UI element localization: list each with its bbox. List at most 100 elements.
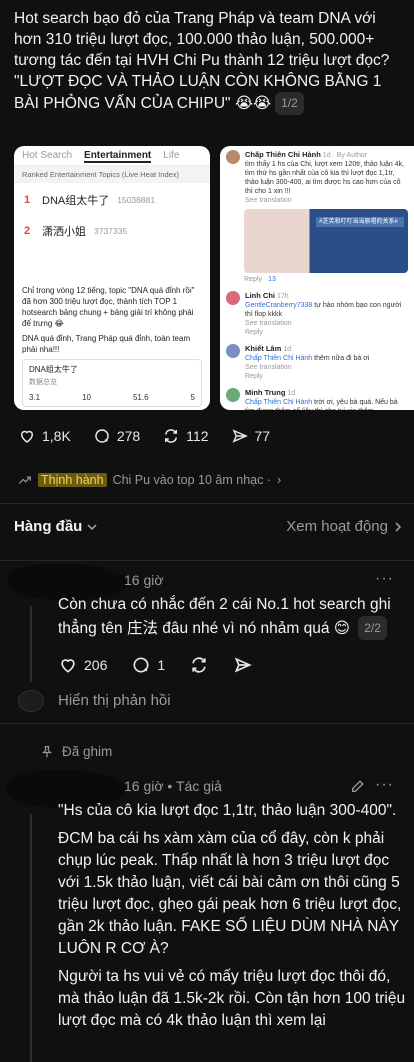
image-reply: Reply: [245, 373, 263, 380]
image-comment-name: Minh Trung: [245, 388, 286, 397]
view-activity-label: Xem hoạt động: [286, 518, 388, 535]
send-icon: [232, 429, 248, 443]
page-indicator: 1/2: [275, 92, 304, 115]
reply-avatars: [18, 690, 44, 712]
show-replies-label: Hiển thị phản hồi: [58, 692, 171, 709]
stats-values: 3.1 10 51.6 5: [29, 393, 195, 402]
trending-row[interactable]: Thịnh hành Chi Pu vào top 10 âm nhạc · ›: [18, 473, 281, 487]
like-button[interactable]: 1,8K: [18, 427, 71, 445]
image-stats-card: DNA组太牛了 数据总览 3.1 10 51.6 5: [22, 359, 202, 407]
pinned-text: Đã ghim: [62, 744, 113, 759]
rank-count: 3737335: [94, 226, 128, 236]
heart-icon: [61, 659, 75, 673]
replies-sort-bar: Hàng đầu Xem hoạt động: [14, 518, 402, 535]
crying-emoji: 😭😭: [234, 95, 272, 112]
image-caption-1: Chỉ trong vòng 12 tiếng, topic "DNA quá …: [22, 286, 195, 328]
divider: [0, 723, 414, 724]
see-translation: See translation: [245, 197, 292, 204]
image-tabs: Hot Search Entertainment Life: [14, 146, 210, 166]
image-author-meta: 1d · By Author: [322, 152, 368, 159]
repost-count: 112: [186, 428, 209, 444]
image-author-name: Chấp Thiên Chỉ Hành: [245, 150, 321, 159]
see-translation: See translation: [245, 364, 292, 371]
edit-icon[interactable]: [350, 778, 366, 794]
page-indicator: 2/2: [358, 616, 387, 640]
more-options-icon[interactable]: ···: [375, 570, 394, 588]
stats-card-sub: 数据总览: [29, 379, 57, 386]
avatar: [226, 388, 240, 402]
show-replies-button[interactable]: Hiển thị phản hồi: [58, 692, 171, 709]
stat-value: 3.1: [29, 393, 41, 402]
rank-number: 1: [24, 194, 31, 206]
image-comment-name: Linh Chi: [245, 291, 275, 300]
image-comment: Khiết Lâm 1d Chấp Thiên Chỉ Hành thêm nữ…: [226, 344, 408, 381]
trending-tag: Thịnh hành: [38, 473, 107, 487]
rank-title: DNA组太牛了: [42, 195, 110, 207]
like-button[interactable]: 206: [58, 655, 107, 675]
image-reply-row: Reply · 13: [244, 276, 276, 283]
image-comment-mention: GentleCranberry7338: [245, 302, 313, 309]
chevron-down-icon: [87, 523, 97, 530]
image-author-comment: Chấp Thiên Chỉ Hành 1d · By Author tìm t…: [226, 150, 408, 205]
stat-value: 5: [190, 393, 195, 402]
repost-icon: [192, 657, 206, 673]
image-comment-mention: Chấp Thiên Chỉ Hành: [245, 355, 313, 362]
pinned-label: Đã ghim: [40, 744, 112, 759]
repost-button[interactable]: [189, 655, 209, 675]
share-button[interactable]: [233, 655, 253, 675]
comment-text: Còn chưa có nhắc đến 2 cái No.1 hot sear…: [58, 594, 406, 640]
repost-icon: [165, 429, 178, 443]
chevron-right-icon: ›: [277, 473, 282, 487]
sort-label: Hàng đầu: [14, 518, 83, 535]
image-comment: Linh Chi 17h GentleCranberry7338 tự hào …: [226, 291, 408, 337]
rank-count: 15038881: [117, 195, 156, 205]
trending-text: Chi Pu vào top 10 âm nhạc ·: [112, 473, 271, 487]
view-activity-link[interactable]: Xem hoạt động: [286, 518, 402, 535]
comment-icon: [95, 429, 109, 443]
divider: [0, 503, 414, 504]
stat-value: 51.6: [132, 393, 149, 402]
send-icon: [234, 657, 252, 673]
comment-icon: [133, 657, 149, 673]
post-image-hot-search[interactable]: Hot Search Entertainment Life Ranked Ent…: [14, 146, 210, 410]
image-tab: Life: [163, 150, 180, 161]
heart-icon: [20, 430, 34, 443]
thread-line: [30, 814, 32, 1062]
comment-body: Còn chưa có nhắc đến 2 cái No.1 hot sear…: [58, 594, 406, 646]
comment-button[interactable]: 278: [93, 427, 140, 445]
image-comment-text: thêm nữa đi bà ơi: [314, 355, 370, 362]
comment-time: 16 giờ: [124, 572, 164, 588]
more-options-icon[interactable]: ···: [375, 776, 394, 794]
image-comment-meta: 1d: [283, 346, 292, 353]
rank-title: 潇洒小姐: [42, 226, 86, 238]
post-body: Hot search bạo đỏ của Trang Pháp và team…: [14, 8, 404, 115]
image-reply: Reply: [244, 276, 262, 283]
post-actions: 1,8K 278 112 77: [18, 427, 270, 445]
divider: [0, 560, 414, 561]
avatar: [226, 344, 240, 358]
post-paragraph-1: Hot search bạo đỏ của Trang Pháp và team…: [14, 10, 390, 69]
post-paragraph-2: "LƯỢT ĐỌC VÀ THẢO LUẬN CÒN KHÔNG BẰNG 1 …: [14, 71, 404, 115]
comment-paragraph: "Hs của cô kia lượt đọc 1,1tr, thảo luận…: [58, 802, 397, 819]
repost-button[interactable]: 112: [162, 427, 209, 445]
thread-line: [30, 606, 32, 682]
image-comment-name: Khiết Lâm: [245, 344, 282, 353]
comment-paragraph: ĐCM ba cái hs xàm xàm của cổ đây, còn k …: [58, 830, 402, 957]
image-photo-caption: #芝芙和叮叮当当原唱的关系#: [316, 217, 404, 227]
stat-value: 10: [82, 393, 91, 402]
comment-body: "Hs của cô kia lượt đọc 1,1tr, thảo luận…: [58, 800, 406, 1038]
avatar: [226, 291, 240, 305]
avatar: [226, 150, 240, 164]
image-photo: #芝芙和叮叮当当原唱的关系#: [244, 209, 408, 273]
rank-number: 2: [24, 225, 31, 237]
image-caption-2: DNA quá đỉnh, Trang Pháp quá đỉnh, toàn …: [22, 334, 191, 354]
image-reply: Reply: [245, 329, 263, 336]
sort-dropdown[interactable]: Hàng đầu: [14, 518, 98, 535]
share-button[interactable]: 77: [231, 427, 271, 445]
image-comment-meta: 1d: [287, 390, 296, 397]
image-tab-active: Entertainment: [84, 150, 152, 163]
share-count: 77: [254, 428, 271, 444]
see-translation: See translation: [245, 320, 292, 327]
reply-button[interactable]: 1: [131, 655, 165, 675]
post-image-comments[interactable]: Chấp Thiên Chỉ Hành 1d · By Author tìm t…: [220, 146, 414, 410]
